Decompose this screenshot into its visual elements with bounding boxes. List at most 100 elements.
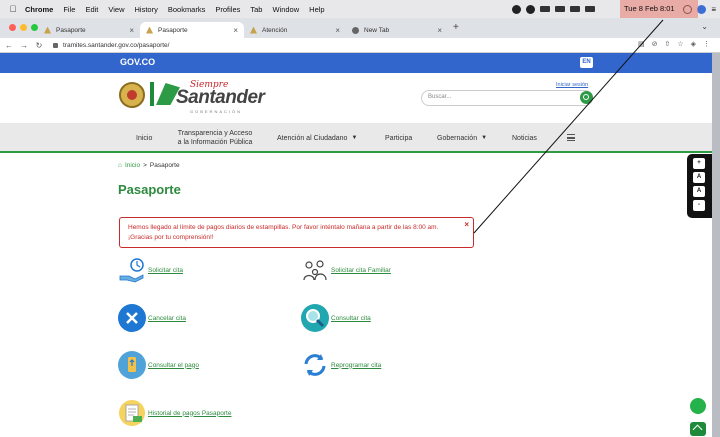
- alert-close-button[interactable]: ×: [464, 220, 469, 230]
- search-icon[interactable]: [580, 91, 593, 104]
- option-consultar-cita[interactable]: Consultar cita: [301, 304, 371, 332]
- option-historial-pagos[interactable]: Historial de pagos Pasaporte: [118, 399, 231, 427]
- nav-transparencia[interactable]: Transparencia y Acceso a la Información …: [172, 123, 258, 153]
- receipt-history-icon: [118, 399, 146, 427]
- reprogramar-cita-label: Reprogramar cita: [331, 361, 382, 369]
- option-reprogramar-cita[interactable]: Reprogramar cita: [301, 351, 381, 379]
- option-solicitar-cita-familiar[interactable]: Solicitar cita Familiar: [301, 256, 391, 284]
- menu-app[interactable]: Chrome: [25, 5, 53, 14]
- flag-stripe: [150, 82, 154, 106]
- tab-pasaporte-2[interactable]: Pasaporte ×: [140, 22, 244, 38]
- breadcrumb-inicio[interactable]: Inicio: [125, 162, 140, 169]
- consultar-pago-label: Consultar el pago: [148, 361, 199, 369]
- wifi-icon[interactable]: [570, 6, 581, 12]
- option-solicitar-cita[interactable]: Solicitar cita: [118, 256, 183, 284]
- refresh-arrows-icon: [301, 351, 329, 379]
- volume-icon[interactable]: [585, 6, 596, 12]
- minimize-window-icon[interactable]: [20, 24, 27, 31]
- apple-icon[interactable]: : [6, 4, 20, 14]
- tab-pasaporte-1[interactable]: Pasaporte ×: [38, 22, 140, 38]
- share-icon[interactable]: ⇧: [664, 40, 670, 48]
- nav-participa[interactable]: Participa: [385, 123, 412, 153]
- scroll-top-icon[interactable]: [690, 422, 706, 436]
- solicitar-cita-label: Solicitar cita: [148, 266, 184, 274]
- close-window-icon[interactable]: [9, 24, 16, 31]
- chevron-down-icon: ▼: [351, 134, 358, 141]
- favicon-icon: [146, 26, 153, 34]
- eye-off-icon[interactable]: ⊘: [652, 40, 658, 48]
- nav-transparencia-line2: a la Información Pública: [177, 139, 253, 146]
- tab-search-chevron-icon[interactable]: ⌄: [701, 22, 708, 31]
- cancelar-cita-label: Cancelar cita: [148, 314, 186, 322]
- new-tab-plus-icon[interactable]: +: [453, 22, 459, 33]
- language-en-button[interactable]: EN: [580, 57, 593, 68]
- family-icon: [301, 256, 329, 284]
- breadcrumb: ⌂ Inicio > Pasaporte: [118, 162, 180, 169]
- gov-co-logo[interactable]: GOV.CO: [120, 57, 155, 67]
- bookmark-star-icon[interactable]: ☆: [677, 40, 683, 48]
- status-icon[interactable]: [526, 4, 536, 14]
- menu-history[interactable]: History: [135, 5, 158, 14]
- tab-strip: Pasaporte × Pasaporte × Atención × New T…: [0, 18, 720, 38]
- search-input[interactable]: Buscar...: [428, 94, 451, 100]
- translate-icon[interactable]: ▤: [638, 40, 645, 48]
- nav-noticias[interactable]: Noticias: [512, 123, 537, 153]
- menu-window[interactable]: Window: [272, 5, 299, 14]
- close-tab-icon[interactable]: ×: [233, 26, 238, 35]
- main-nav: Inicio Transparencia y Acceso a la Infor…: [0, 123, 712, 153]
- menu-help[interactable]: Help: [309, 5, 324, 14]
- tab-atencion[interactable]: Atención ×: [244, 22, 346, 38]
- hamburger-menu-icon[interactable]: [567, 134, 575, 141]
- zoom-window-icon[interactable]: [31, 24, 38, 31]
- menu-bookmarks[interactable]: Bookmarks: [168, 5, 206, 14]
- menu-tab[interactable]: Tab: [250, 5, 262, 14]
- tab-new-tab[interactable]: New Tab ×: [346, 22, 448, 38]
- nav-inicio[interactable]: Inicio: [136, 123, 152, 153]
- status-icon[interactable]: [540, 6, 551, 12]
- option-cancelar-cita[interactable]: Cancelar cita: [118, 304, 186, 332]
- close-tab-icon[interactable]: ×: [437, 26, 442, 35]
- nav-gobernacion[interactable]: Gobernación ▼: [437, 123, 487, 153]
- accessibility-toolbar: + A A -: [687, 154, 712, 218]
- login-link[interactable]: Iniciar sesión: [556, 82, 588, 88]
- menu-view[interactable]: View: [108, 5, 124, 14]
- back-icon[interactable]: ←: [3, 41, 15, 50]
- battery-icon[interactable]: [555, 6, 566, 12]
- santander-seal-logo[interactable]: [119, 82, 145, 108]
- url-text: tramites.santander.gov.co/pasaporte/: [63, 41, 170, 49]
- menu-file[interactable]: File: [63, 5, 75, 14]
- status-icon[interactable]: [512, 4, 522, 14]
- nav-atencion-label: Atención al Ciudadano: [277, 134, 348, 142]
- nav-transparencia-line1: Transparencia y Acceso: [177, 130, 253, 137]
- whatsapp-icon[interactable]: [690, 398, 706, 414]
- menu-clock[interactable]: Tue 8 Feb 8:01: [624, 4, 675, 13]
- extension-icon[interactable]: ◈: [691, 40, 696, 48]
- lock-icon[interactable]: [53, 42, 58, 48]
- more-menu-icon[interactable]: ⋮: [703, 40, 710, 48]
- favicon-icon: [250, 26, 257, 34]
- window-controls: [9, 24, 38, 31]
- reload-icon[interactable]: ↻: [33, 41, 45, 50]
- cancel-x-icon: [118, 304, 146, 332]
- control-center-icon[interactable]: ≡: [711, 5, 716, 14]
- url-field[interactable]: tramites.santander.gov.co/pasaporte/: [53, 42, 169, 49]
- nav-atencion[interactable]: Atención al Ciudadano ▼: [277, 123, 357, 153]
- menu-profiles[interactable]: Profiles: [215, 5, 240, 14]
- logo-santander[interactable]: Santander: [176, 87, 265, 109]
- breadcrumb-current: Pasaporte: [149, 162, 180, 169]
- reset-button[interactable]: -: [693, 200, 705, 211]
- decrease-font-button[interactable]: A: [693, 186, 705, 197]
- tab-label: Pasaporte: [56, 26, 86, 34]
- address-bar: ← → ↻ tramites.santander.gov.co/pasaport…: [0, 38, 720, 53]
- option-consultar-pago[interactable]: Consultar el pago: [118, 351, 199, 379]
- contrast-button[interactable]: +: [693, 158, 705, 169]
- menu-edit[interactable]: Edit: [85, 5, 98, 14]
- user-icon[interactable]: [697, 4, 707, 14]
- home-icon[interactable]: ⌂: [118, 162, 122, 169]
- tab-label: Pasaporte: [158, 26, 188, 34]
- favicon-icon: [44, 26, 51, 34]
- close-tab-icon[interactable]: ×: [335, 26, 340, 35]
- increase-font-button[interactable]: A: [693, 172, 705, 183]
- forward-icon[interactable]: →: [18, 41, 30, 50]
- close-tab-icon[interactable]: ×: [129, 26, 134, 35]
